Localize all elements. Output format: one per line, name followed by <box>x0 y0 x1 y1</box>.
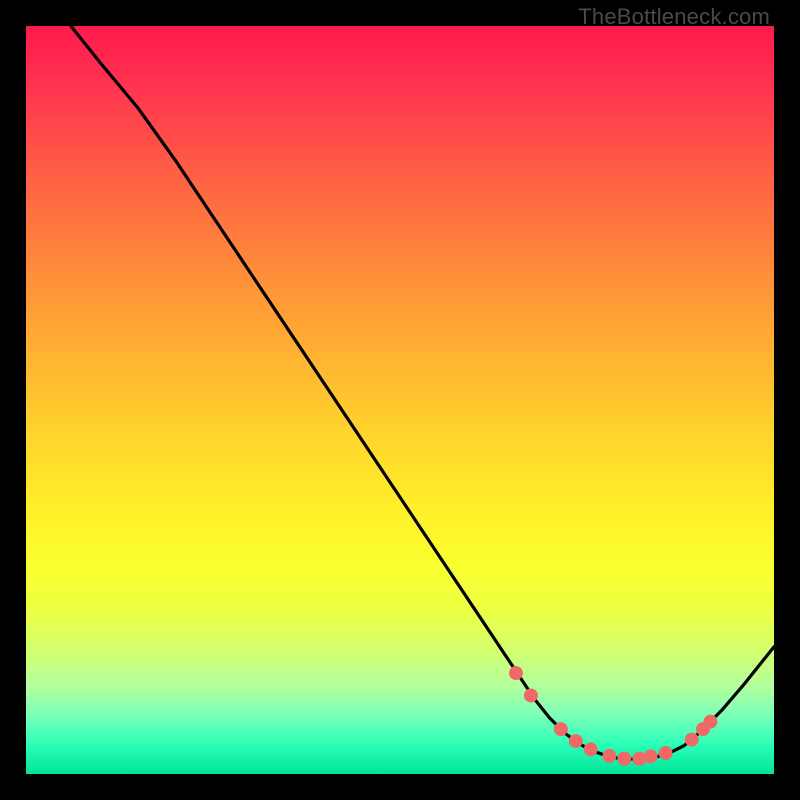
chart-frame: TheBottleneck.com <box>0 0 800 800</box>
plot-gradient-background <box>26 26 774 774</box>
watermark-text: TheBottleneck.com <box>578 4 770 30</box>
